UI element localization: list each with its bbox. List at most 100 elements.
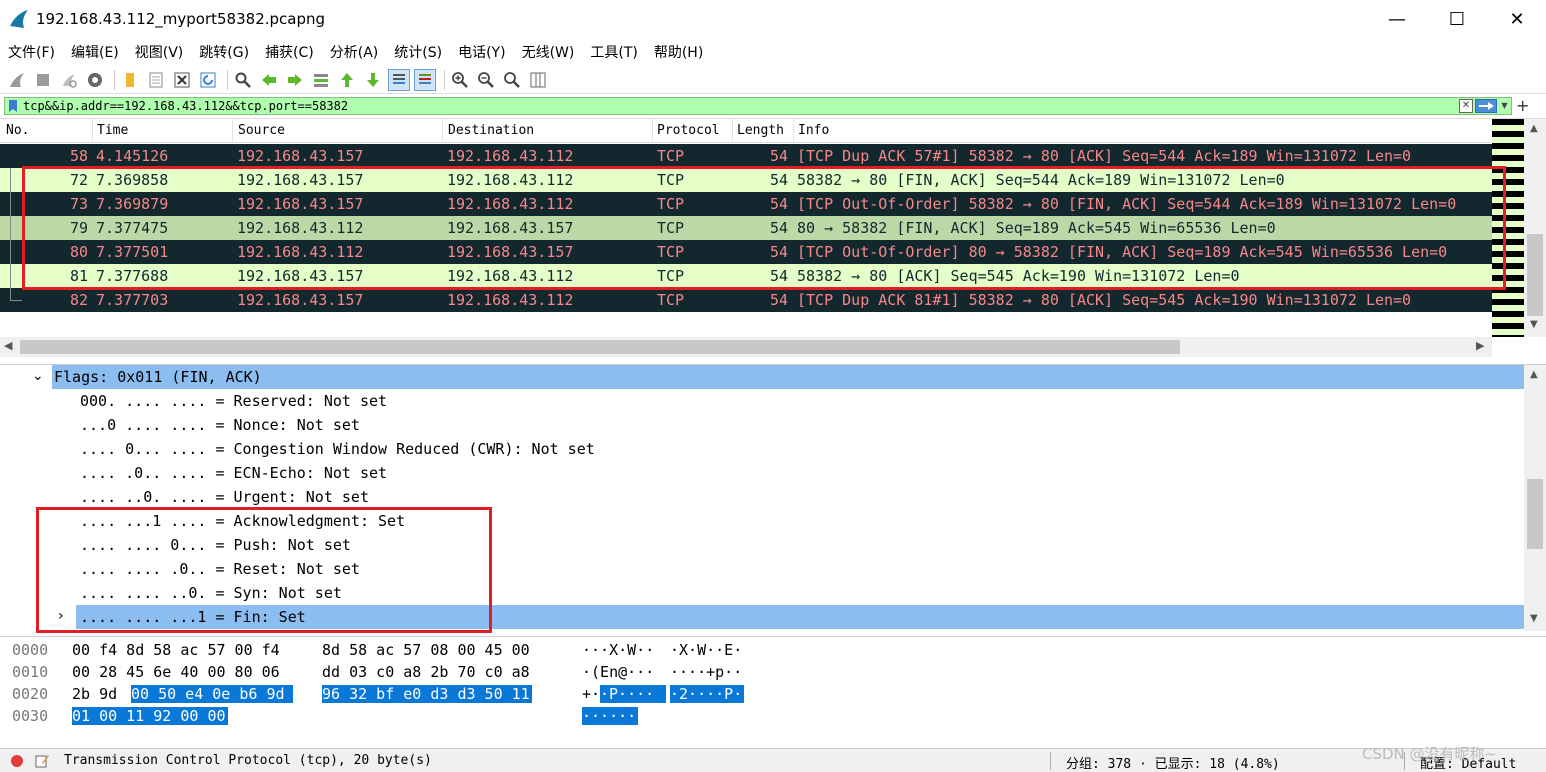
flag-syn[interactable]: .... .... ..0. = Syn: Not set: [0, 581, 1524, 605]
back-icon[interactable]: [258, 69, 280, 91]
flag-nonce[interactable]: ...0 .... .... = Nonce: Not set: [0, 413, 1524, 437]
close-window-button[interactable]: ✕: [1488, 0, 1546, 38]
flag-cwr[interactable]: .... 0... .... = Congestion Window Reduc…: [0, 437, 1524, 461]
menu-help[interactable]: 帮助(H): [648, 42, 709, 62]
find-icon[interactable]: [232, 69, 254, 91]
column-destination[interactable]: Destination: [448, 123, 534, 138]
conversation-bracket-end: [10, 300, 22, 301]
menu-go[interactable]: 跳转(G): [193, 42, 255, 62]
arrow-right-icon: [1479, 102, 1494, 110]
scrollbar-thumb[interactable]: [1527, 479, 1543, 549]
packet-row-selected[interactable]: 79 7.377475 192.168.43.112 192.168.43.157 TC…: [0, 216, 1492, 240]
column-protocol[interactable]: Protocol: [657, 123, 720, 138]
bytes-row[interactable]: 0020 2b 9d 00 50 e4 0e b6 9d 96 32 bf e0…: [0, 683, 1546, 705]
packet-row[interactable]: 73 7.369879 192.168.43.157 192.168.43.112 TC…: [0, 192, 1492, 216]
maximize-button[interactable]: ☐: [1428, 0, 1486, 38]
column-source[interactable]: Source: [238, 123, 285, 138]
menu-file[interactable]: 文件(F): [2, 42, 61, 62]
collapse-arrow-icon[interactable]: ⌄: [32, 368, 44, 384]
capture-options-icon[interactable]: [84, 69, 106, 91]
zoom-out-icon[interactable]: [475, 69, 497, 91]
goto-packet-icon[interactable]: [310, 69, 332, 91]
display-filter-input[interactable]: [23, 99, 1423, 113]
column-length[interactable]: Length: [737, 123, 784, 138]
toolbar-separator: [227, 69, 228, 90]
first-packet-icon[interactable]: [336, 69, 358, 91]
flag-push[interactable]: .... .... 0... = Push: Not set: [0, 533, 1524, 557]
flags-tree-node[interactable]: Flags: 0x011 (FIN, ACK): [52, 365, 1524, 389]
flag-reset[interactable]: .... .... .0.. = Reset: Not set: [0, 557, 1524, 581]
menu-view[interactable]: 视图(V): [129, 42, 190, 62]
scrollbar-thumb[interactable]: [1527, 234, 1543, 316]
scrollbar-thumb[interactable]: [20, 340, 1180, 354]
status-divider: [1050, 752, 1051, 770]
shark-fin-start-icon[interactable]: [6, 69, 28, 91]
packet-details-pane: Flags: 0x011 (FIN, ACK) ⌄ 000. .... ....…: [0, 364, 1546, 633]
add-filter-button[interactable]: +: [1516, 96, 1529, 115]
flag-fin-selected[interactable]: .... .... ...1 = Fin: Set: [76, 605, 1524, 629]
details-vertical-scrollbar[interactable]: ▲ ▼: [1524, 365, 1546, 631]
edit-comment-icon[interactable]: [34, 753, 50, 769]
scroll-right-icon[interactable]: ▶: [1476, 339, 1484, 352]
packet-list-vertical-scrollbar[interactable]: ▲ ▼: [1524, 119, 1546, 337]
minimize-button[interactable]: —: [1368, 0, 1426, 38]
column-time[interactable]: Time: [97, 123, 128, 138]
zoom-in-icon[interactable]: [449, 69, 471, 91]
scroll-up-icon[interactable]: ▲: [1530, 123, 1538, 134]
packet-list-pane: No. Time Source Destination Protocol Len…: [0, 118, 1546, 357]
forward-icon[interactable]: [284, 69, 306, 91]
last-packet-icon[interactable]: [362, 69, 384, 91]
colorize-icon[interactable]: [414, 68, 436, 91]
flag-urgent[interactable]: .... ..0. .... = Urgent: Not set: [0, 485, 1524, 509]
packet-bytes-pane: 0000 00 f4 8d 58 ac 57 00 f4 8d 58 ac 57…: [0, 636, 1546, 746]
column-info[interactable]: Info: [798, 123, 829, 138]
window-title: 192.168.43.112_myport58382.pcapng: [36, 10, 326, 28]
conversation-bracket: [10, 168, 11, 300]
resize-columns-icon[interactable]: [527, 69, 549, 91]
scroll-up-icon[interactable]: ▲: [1530, 369, 1538, 380]
expert-info-icon[interactable]: [10, 754, 24, 768]
column-no[interactable]: No.: [6, 123, 29, 138]
packet-row[interactable]: 80 7.377501 192.168.43.112 192.168.43.157 TC…: [0, 240, 1492, 264]
reload-icon[interactable]: [197, 69, 219, 91]
filter-history-dropdown[interactable]: ▼: [1499, 99, 1510, 113]
apply-filter-button[interactable]: [1475, 99, 1497, 113]
close-file-icon[interactable]: [171, 69, 193, 91]
packet-row[interactable]: 58 4.145126 192.168.43.157 192.168.43.112 TC…: [0, 144, 1492, 168]
bytes-row[interactable]: 0000 00 f4 8d 58 ac 57 00 f4 8d 58 ac 57…: [0, 639, 1546, 661]
flag-ecn-echo[interactable]: .... .0.. .... = ECN-Echo: Not set: [0, 461, 1524, 485]
file-icon[interactable]: [145, 69, 167, 91]
menu-tools[interactable]: 工具(T): [584, 42, 643, 62]
watermark: CSDN @没有昵称~: [1362, 745, 1498, 763]
bytes-row[interactable]: 0010 00 28 45 6e 40 00 80 06 dd 03 c0 a8…: [0, 661, 1546, 683]
bookmark-icon[interactable]: [7, 99, 19, 113]
menu-wireless[interactable]: 无线(W): [516, 42, 581, 62]
zoom-reset-icon[interactable]: [501, 69, 523, 91]
stop-icon[interactable]: [32, 69, 54, 91]
toolbar-separator: [114, 69, 115, 90]
scroll-down-icon[interactable]: ▼: [1530, 319, 1538, 330]
autoscroll-icon[interactable]: [388, 68, 410, 91]
flag-acknowledgment[interactable]: .... ...1 .... = Acknowledgment: Set: [0, 509, 1524, 533]
menu-capture[interactable]: 捕获(C): [259, 42, 320, 62]
status-bar: Transmission Control Protocol (tcp), 20 …: [0, 745, 1546, 772]
open-file-icon[interactable]: [119, 69, 141, 91]
display-filter-field[interactable]: ✕ ▼: [4, 97, 1512, 115]
packet-row[interactable]: 82 7.377703 192.168.43.157 192.168.43.112 TC…: [0, 288, 1492, 312]
menu-statistics[interactable]: 统计(S): [388, 42, 448, 62]
menu-telephony[interactable]: 电话(Y): [452, 42, 511, 62]
packet-row[interactable]: 72 7.369858 192.168.43.157 192.168.43.112 TC…: [0, 168, 1492, 192]
packet-list-horizontal-scrollbar[interactable]: ◀ ▶: [0, 337, 1492, 357]
bytes-row[interactable]: 0030 01 00 11 92 00 00 ······: [0, 705, 1546, 727]
packet-row[interactable]: 81 7.377688 192.168.43.157 192.168.43.112 TC…: [0, 264, 1492, 288]
clear-filter-button[interactable]: ✕: [1459, 99, 1473, 113]
restart-icon[interactable]: [58, 69, 80, 91]
display-filter-bar: ✕ ▼ +: [0, 95, 1546, 117]
flag-reserved[interactable]: 000. .... .... = Reserved: Not set: [0, 389, 1524, 413]
menu-edit[interactable]: 编辑(E): [65, 42, 125, 62]
scroll-left-icon[interactable]: ◀: [4, 339, 12, 352]
menu-analyze[interactable]: 分析(A): [324, 42, 385, 62]
expand-arrow-icon[interactable]: ›: [58, 608, 64, 624]
scroll-down-icon[interactable]: ▼: [1530, 613, 1538, 624]
packet-minimap[interactable]: [1492, 119, 1524, 337]
